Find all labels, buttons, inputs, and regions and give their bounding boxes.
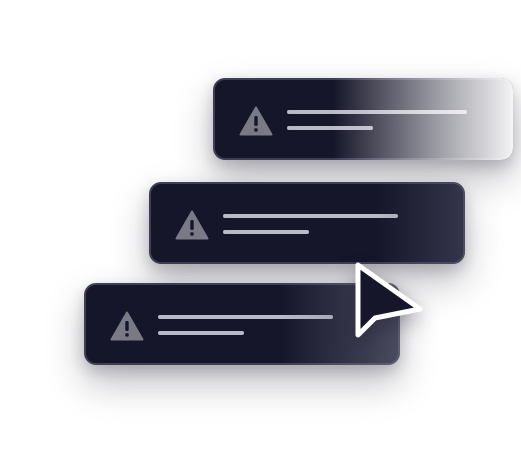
card-fade-overlay	[333, 78, 513, 160]
notification-card[interactable]	[149, 182, 465, 264]
notification-body-placeholder	[158, 331, 244, 335]
notification-body-placeholder	[287, 126, 373, 130]
notification-stack-illustration	[0, 0, 521, 457]
warning-triangle-icon	[239, 106, 273, 136]
card-fade-overlay	[375, 182, 465, 264]
notification-title-placeholder	[223, 214, 398, 218]
pointer-cursor-icon	[355, 262, 423, 338]
warning-triangle-icon	[110, 311, 144, 341]
notification-title-placeholder	[287, 110, 467, 114]
notification-card[interactable]	[213, 78, 513, 160]
warning-triangle-icon	[175, 210, 209, 240]
notification-body-placeholder	[223, 230, 309, 234]
notification-title-placeholder	[158, 315, 333, 319]
